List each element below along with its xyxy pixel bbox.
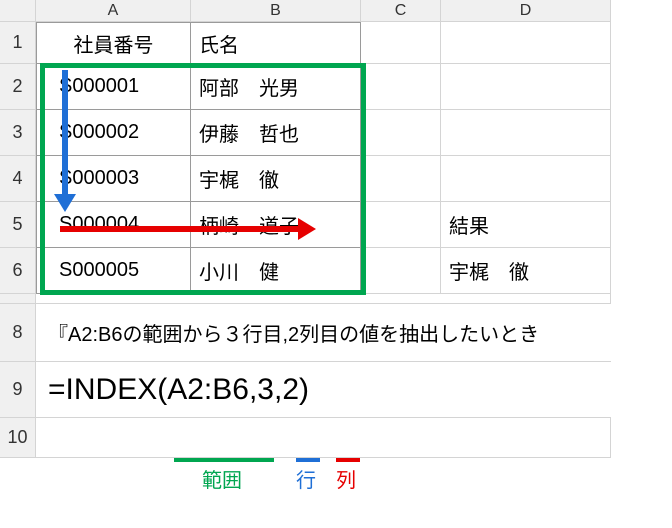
formula-close: ) [299, 373, 309, 407]
cell-A2[interactable]: S000001 [36, 64, 191, 110]
cell-D5[interactable]: 結果 [441, 202, 611, 248]
cell-B5[interactable]: 柄崎 道子 [191, 202, 361, 248]
formula-row: 3 [257, 373, 274, 407]
formula-open: ( [157, 373, 167, 407]
cell-B2[interactable]: 阿部 光男 [191, 64, 361, 110]
cell-B6[interactable]: 小川 健 [191, 248, 361, 294]
row-header-gap[interactable] [0, 294, 36, 304]
cell-A5[interactable]: S000004 [36, 202, 191, 248]
cell-C2[interactable] [361, 64, 441, 110]
row-header-6[interactable]: 6 [0, 248, 36, 294]
cell-D4[interactable] [441, 156, 611, 202]
cell-D6[interactable]: 宇梶 徹 [441, 248, 611, 294]
row-header-10[interactable]: 10 [0, 418, 36, 458]
row-10: 10 [0, 418, 672, 458]
cell-C1[interactable] [361, 22, 441, 64]
underline-row [296, 458, 320, 462]
col-header-C[interactable]: C [361, 0, 441, 22]
grid-rows: 1 社員番号 氏名 2 S000001 阿部 光男 3 S000002 伊藤 哲… [0, 22, 672, 458]
underline-range [174, 458, 274, 462]
row-header-5[interactable]: 5 [0, 202, 36, 248]
column-header-row: A B C D [0, 0, 672, 22]
row-6: 6 S000005 小川 健 宇梶 徹 [0, 248, 672, 294]
spreadsheet: A B C D 1 社員番号 氏名 2 S000001 阿部 光男 3 S000… [0, 0, 672, 458]
cell-C5[interactable] [361, 202, 441, 248]
cell-D3[interactable] [441, 110, 611, 156]
formula-range: A2:B6 [167, 373, 249, 407]
row-header-8[interactable]: 8 [0, 304, 36, 362]
cell-C6[interactable] [361, 248, 441, 294]
cell-A6[interactable]: S000005 [36, 248, 191, 294]
select-all-corner[interactable] [0, 0, 36, 22]
cell-A3[interactable]: S000002 [36, 110, 191, 156]
cell-A8-merged[interactable]: 『A2:B6の範囲から３行目,2列目の値を抽出したいとき [36, 304, 611, 362]
label-range: 範囲 [202, 464, 242, 493]
row-2: 2 S000001 阿部 光男 [0, 64, 672, 110]
cell-A1[interactable]: 社員番号 [36, 22, 191, 64]
underline-col [336, 458, 360, 462]
row-9: 9 =INDEX(A2:B6, 3, 2) [0, 362, 672, 418]
row-header-1[interactable]: 1 [0, 22, 36, 64]
formula-fn: INDEX [66, 373, 158, 407]
row-header-4[interactable]: 4 [0, 156, 36, 202]
row-3: 3 S000002 伊藤 哲也 [0, 110, 672, 156]
formula-eq: = [48, 373, 66, 407]
formula-sep1: , [249, 373, 257, 407]
col-header-A[interactable]: A [36, 0, 191, 22]
label-col: 列 [336, 464, 356, 493]
cell-A4[interactable]: S000003 [36, 156, 191, 202]
description-text: 『A2:B6の範囲から３行目,2列目の値を抽出したいとき [48, 318, 539, 347]
formula-col: 2 [282, 373, 299, 407]
row-header-3[interactable]: 3 [0, 110, 36, 156]
formula-sep2: , [274, 373, 282, 407]
col-header-B[interactable]: B [191, 0, 361, 22]
cell-B1[interactable]: 氏名 [191, 22, 361, 64]
cell-D1[interactable] [441, 22, 611, 64]
row-4: 4 S000003 宇梶 徹 [0, 156, 672, 202]
row-5: 5 S000004 柄崎 道子 結果 [0, 202, 672, 248]
label-row: 行 [296, 464, 316, 493]
cell-A9-merged[interactable]: =INDEX(A2:B6, 3, 2) [36, 362, 611, 418]
cell-D2[interactable] [441, 64, 611, 110]
row-header-9[interactable]: 9 [0, 362, 36, 418]
row-8: 8 『A2:B6の範囲から３行目,2列目の値を抽出したいとき [0, 304, 672, 362]
cell-C4[interactable] [361, 156, 441, 202]
cell-B4[interactable]: 宇梶 徹 [191, 156, 361, 202]
row-gap [0, 294, 672, 304]
row-header-2[interactable]: 2 [0, 64, 36, 110]
cell-B3[interactable]: 伊藤 哲也 [191, 110, 361, 156]
col-header-D[interactable]: D [441, 0, 611, 22]
cell-C3[interactable] [361, 110, 441, 156]
row-1: 1 社員番号 氏名 [0, 22, 672, 64]
